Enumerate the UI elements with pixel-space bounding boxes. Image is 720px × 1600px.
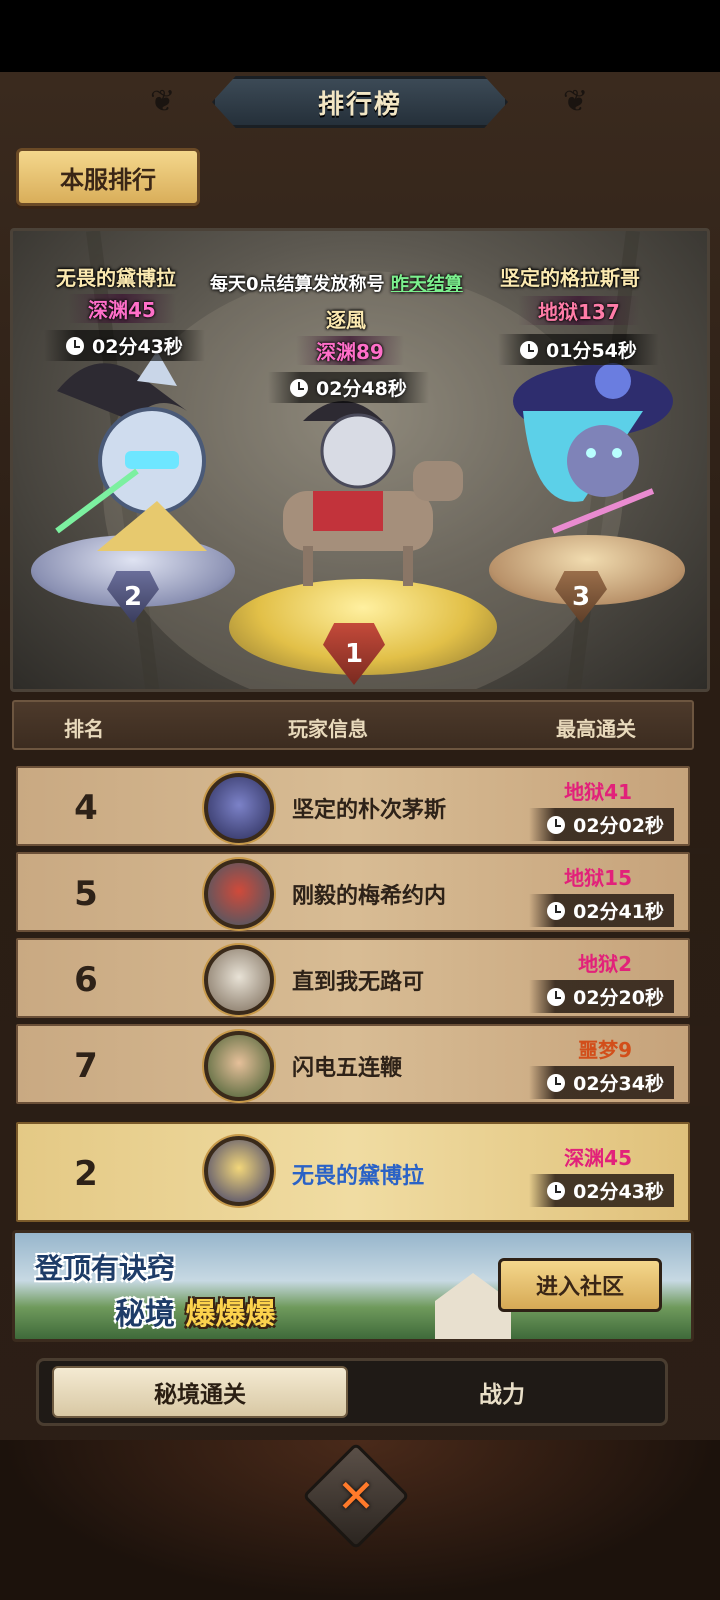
row-time-value: 02分43秒 bbox=[573, 1181, 664, 1203]
ranking-row[interactable]: 7 闪电五连鞭 噩梦9 02分34秒 bbox=[16, 1024, 690, 1104]
server-rank-label: 本服排行 bbox=[60, 165, 156, 194]
rank-badge-third-label: 3 bbox=[571, 582, 591, 612]
clock-icon bbox=[290, 378, 308, 397]
row-rank: 5 bbox=[74, 874, 98, 914]
status-bar-area bbox=[0, 0, 720, 72]
clock-icon bbox=[547, 815, 566, 834]
player-avatar[interactable] bbox=[204, 945, 274, 1015]
third-player-name[interactable]: 坚定的格拉斯哥 bbox=[500, 262, 640, 291]
clock-icon bbox=[547, 1181, 566, 1200]
settlement-notice-text: 每天0点结算发放称号 bbox=[210, 274, 385, 295]
server-rank-tab[interactable]: 本服排行 bbox=[16, 148, 200, 206]
ranking-row[interactable]: 4 坚定的朴次茅斯 地狱41 02分02秒 bbox=[16, 766, 690, 846]
row-time: 02分43秒 bbox=[529, 1174, 674, 1207]
second-player-time: 02分43秒 bbox=[44, 330, 205, 361]
enter-community-label: 进入社区 bbox=[535, 1275, 624, 1300]
banner-subline: 秘境 爆爆爆 bbox=[115, 1289, 275, 1333]
clock-icon bbox=[520, 340, 538, 359]
clock-icon bbox=[66, 336, 84, 355]
yesterday-settlement-link[interactable]: 昨天结算 bbox=[391, 274, 463, 295]
banner-headline: 登顶有诀窍 bbox=[35, 1252, 176, 1285]
header-player-info: 玩家信息 bbox=[288, 717, 368, 741]
banner-subline-b: 爆爆爆 bbox=[185, 1297, 276, 1332]
row-time-value: 02分20秒 bbox=[573, 987, 664, 1009]
header-rank: 排名 bbox=[64, 717, 104, 741]
row-time: 02分20秒 bbox=[529, 980, 674, 1013]
first-player-time-value: 02分48秒 bbox=[316, 378, 407, 400]
player-avatar[interactable] bbox=[204, 859, 274, 929]
row-level: 地狱41 bbox=[564, 780, 632, 804]
page-title: 排行榜 bbox=[317, 89, 402, 120]
hero-second-icon bbox=[55, 351, 207, 551]
clock-icon bbox=[547, 987, 566, 1006]
header-best-clear: 最高通关 bbox=[556, 717, 636, 741]
row-time-value: 02分34秒 bbox=[573, 1073, 664, 1095]
ranking-row[interactable]: 5 刚毅的梅希约内 地狱15 02分41秒 bbox=[16, 852, 690, 932]
row-time: 02分34秒 bbox=[529, 1066, 674, 1099]
row-player-name: 坚定的朴次茅斯 bbox=[292, 798, 447, 823]
player-avatar[interactable] bbox=[204, 1136, 274, 1206]
right-ornament-icon: ❦ bbox=[562, 84, 588, 119]
second-player-name[interactable]: 无畏的黛博拉 bbox=[56, 262, 176, 291]
player-avatar[interactable] bbox=[204, 773, 274, 843]
row-player-name: 刚毅的梅希约内 bbox=[292, 884, 447, 909]
row-rank: 6 bbox=[74, 960, 98, 1000]
second-player-level: 深渊45 bbox=[68, 294, 176, 323]
clock-icon bbox=[547, 1073, 566, 1092]
tab-secret-realm[interactable]: 秘境通关 bbox=[52, 1366, 348, 1418]
tab-power[interactable]: 战力 bbox=[352, 1366, 652, 1418]
row-level: 噩梦9 bbox=[578, 1038, 632, 1062]
rank-badge-second-label: 2 bbox=[123, 582, 143, 612]
hero-third-icon bbox=[513, 363, 673, 534]
tab-power-label: 战力 bbox=[479, 1382, 525, 1408]
rank-badge-first-label: 1 bbox=[344, 639, 364, 669]
third-player-time-value: 01分54秒 bbox=[546, 340, 637, 362]
row-player-name: 无畏的黛博拉 bbox=[292, 1164, 425, 1189]
row-level: 地狱2 bbox=[578, 952, 632, 976]
second-player-time-value: 02分43秒 bbox=[92, 336, 183, 358]
first-player-name[interactable]: 逐風 bbox=[326, 304, 366, 333]
title-banner: 排行榜 bbox=[212, 76, 508, 128]
ranking-row[interactable]: 6 直到我无路可 地狱2 02分20秒 bbox=[16, 938, 690, 1018]
tab-secret-realm-label: 秘境通关 bbox=[154, 1382, 246, 1408]
third-player-time: 01分54秒 bbox=[498, 334, 659, 365]
player-avatar[interactable] bbox=[204, 1031, 274, 1101]
self-ranking-row[interactable]: 2 无畏的黛博拉 深渊45 02分43秒 bbox=[16, 1122, 690, 1222]
row-level: 深渊45 bbox=[564, 1146, 632, 1170]
row-level: 地狱15 bbox=[564, 866, 632, 890]
enter-community-button[interactable]: 进入社区 bbox=[498, 1258, 662, 1312]
row-player-name: 直到我无路可 bbox=[292, 970, 425, 995]
row-time-value: 02分02秒 bbox=[573, 815, 664, 837]
row-divider bbox=[10, 1106, 710, 1120]
row-time: 02分41秒 bbox=[529, 894, 674, 927]
settlement-notice: 每天0点结算发放称号 昨天结算 bbox=[210, 270, 510, 296]
row-player-name: 闪电五连鞭 bbox=[292, 1056, 403, 1081]
third-player-level: 地狱137 bbox=[518, 296, 640, 325]
row-time: 02分02秒 bbox=[529, 808, 674, 841]
row-rank: 7 bbox=[74, 1046, 98, 1086]
first-player-time: 02分48秒 bbox=[268, 372, 429, 403]
close-icon[interactable]: ✕ bbox=[318, 1458, 394, 1534]
first-player-level: 深渊89 bbox=[296, 336, 404, 365]
row-rank: 2 bbox=[74, 1154, 98, 1194]
hero-first-icon bbox=[283, 401, 463, 586]
ranking-table-header: 排名 玩家信息 最高通关 bbox=[12, 700, 694, 750]
clock-icon bbox=[547, 901, 566, 920]
row-rank: 4 bbox=[74, 788, 98, 828]
row-time-value: 02分41秒 bbox=[573, 901, 664, 923]
banner-subline-a: 秘境 bbox=[115, 1297, 175, 1332]
